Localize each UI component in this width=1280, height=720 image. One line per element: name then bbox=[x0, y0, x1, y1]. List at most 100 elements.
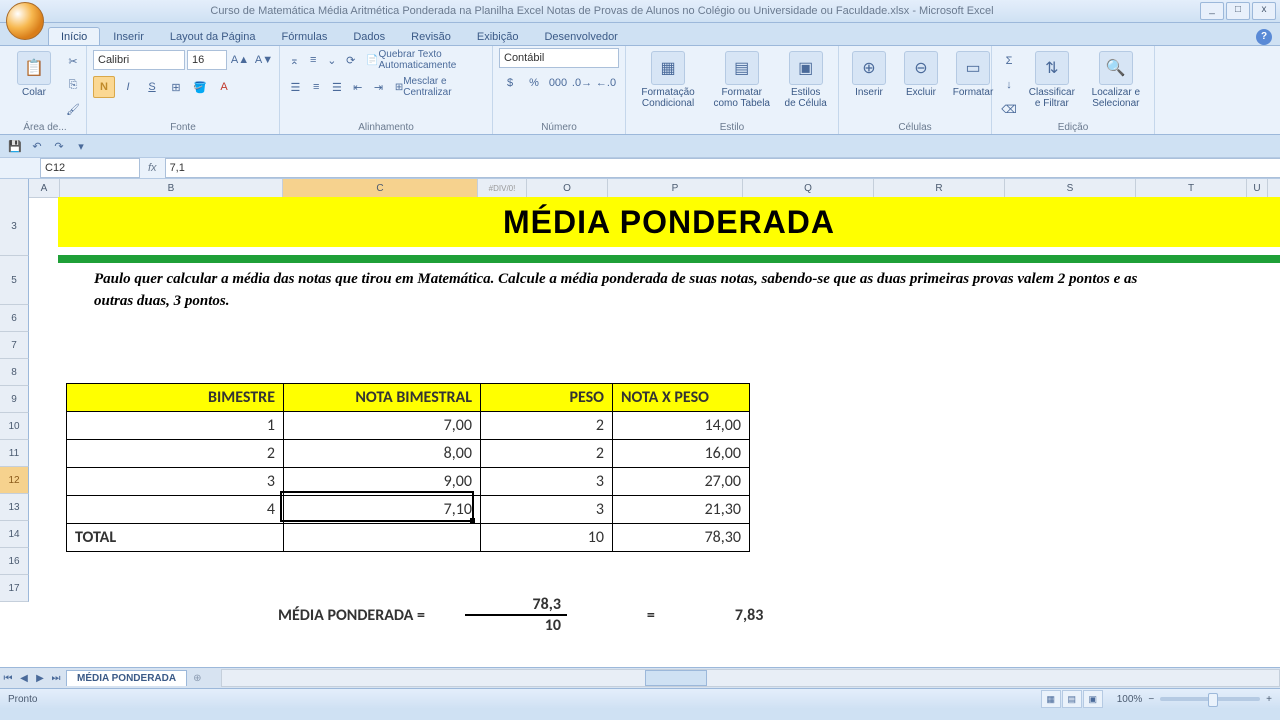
close-button[interactable]: x bbox=[1252, 2, 1276, 20]
col-header[interactable]: U bbox=[1247, 179, 1268, 197]
inc-decimal-icon[interactable]: .0→ bbox=[571, 72, 593, 94]
align-right-icon[interactable]: ☰ bbox=[328, 76, 347, 98]
undo-icon[interactable]: ↶ bbox=[28, 137, 46, 155]
fx-icon[interactable]: fx bbox=[140, 162, 165, 174]
spreadsheet-grid[interactable]: A B C #DIV/0! O P Q R S T U 3 5 6 7 8 9 … bbox=[0, 179, 1280, 667]
align-center-icon[interactable]: ≡ bbox=[307, 76, 326, 98]
italic-button[interactable]: I bbox=[117, 76, 139, 98]
clear-icon[interactable]: ⌫ bbox=[998, 98, 1020, 120]
col-header[interactable]: O bbox=[527, 179, 608, 197]
col-header[interactable]: C bbox=[283, 179, 478, 197]
zoom-in-icon[interactable]: + bbox=[1266, 694, 1272, 705]
borders-button[interactable]: ⊞ bbox=[165, 76, 187, 98]
wrap-text-button[interactable]: 📄 Quebrar Texto Automaticamente bbox=[361, 49, 486, 71]
horizontal-scrollbar[interactable] bbox=[221, 669, 1280, 687]
format-table-button[interactable]: ▤Formatar como Tabela bbox=[708, 48, 775, 112]
underline-button[interactable]: S bbox=[141, 76, 163, 98]
maximize-button[interactable]: □ bbox=[1226, 2, 1250, 20]
cell-styles-button[interactable]: ▣Estilos de Célula bbox=[779, 48, 832, 112]
table-row[interactable]: 39,00327,00 bbox=[67, 468, 750, 496]
sheet-tab[interactable]: MÉDIA PONDERADA bbox=[66, 670, 187, 686]
row-header[interactable]: 12 bbox=[0, 467, 29, 494]
autosum-icon[interactable]: Σ bbox=[998, 50, 1020, 72]
row-header[interactable]: 7 bbox=[0, 332, 29, 359]
row-header[interactable]: 14 bbox=[0, 521, 29, 548]
tab-nav-first-icon[interactable]: ⏮ bbox=[0, 673, 16, 684]
tab-exibicao[interactable]: Exibição bbox=[464, 27, 532, 45]
delete-cells-button[interactable]: ⊖Excluir bbox=[897, 48, 945, 101]
view-normal-icon[interactable]: ▦ bbox=[1041, 690, 1061, 708]
tab-nav-prev-icon[interactable]: ◀ bbox=[16, 673, 32, 684]
office-button[interactable] bbox=[6, 2, 44, 40]
align-top-icon[interactable]: ⌅ bbox=[286, 49, 303, 71]
view-layout-icon[interactable]: ▤ bbox=[1062, 690, 1082, 708]
table-row[interactable]: 47,10321,30 bbox=[67, 496, 750, 524]
col-header[interactable]: S bbox=[1005, 179, 1136, 197]
table-row[interactable]: 17,00214,00 bbox=[67, 412, 750, 440]
shrink-font-icon[interactable]: A▼ bbox=[253, 49, 275, 71]
zoom-slider[interactable] bbox=[1160, 697, 1260, 701]
conditional-format-button[interactable]: ▦Formatação Condicional bbox=[632, 48, 704, 112]
help-icon[interactable]: ? bbox=[1256, 29, 1272, 45]
redo-icon[interactable]: ↷ bbox=[50, 137, 68, 155]
tab-inserir[interactable]: Inserir bbox=[100, 27, 157, 45]
fill-icon[interactable]: ↓ bbox=[998, 74, 1020, 96]
formula-input[interactable]: 7,1 bbox=[165, 158, 1280, 178]
tab-nav-next-icon[interactable]: ▶ bbox=[32, 673, 48, 684]
paste-button[interactable]: 📋 Colar bbox=[10, 48, 58, 101]
sort-filter-button[interactable]: ⇅Classificar e Filtrar bbox=[1024, 48, 1080, 112]
tab-inicio[interactable]: Início bbox=[48, 27, 100, 45]
font-color-button[interactable]: A bbox=[213, 76, 235, 98]
col-header[interactable]: R bbox=[874, 179, 1005, 197]
row-header[interactable]: 3 bbox=[0, 197, 29, 256]
percent-icon[interactable]: % bbox=[523, 72, 545, 94]
align-left-icon[interactable]: ☰ bbox=[286, 76, 305, 98]
fill-color-button[interactable]: 🪣 bbox=[189, 76, 211, 98]
row-header[interactable]: 16 bbox=[0, 548, 29, 575]
row-header[interactable]: 8 bbox=[0, 359, 29, 386]
font-size-combo[interactable]: 16 bbox=[187, 50, 227, 70]
tab-nav-last-icon[interactable]: ⏭ bbox=[48, 673, 64, 684]
save-icon[interactable]: 💾 bbox=[6, 137, 24, 155]
view-break-icon[interactable]: ▣ bbox=[1083, 690, 1103, 708]
find-select-button[interactable]: 🔍Localizar e Selecionar bbox=[1084, 48, 1148, 112]
name-box[interactable]: C12 bbox=[40, 158, 140, 178]
scroll-thumb[interactable] bbox=[645, 670, 707, 686]
align-bottom-icon[interactable]: ⌄ bbox=[324, 49, 341, 71]
tab-formulas[interactable]: Fórmulas bbox=[269, 27, 341, 45]
row-header[interactable]: 17 bbox=[0, 575, 29, 602]
col-header[interactable]: Q bbox=[743, 179, 874, 197]
indent-dec-icon[interactable]: ⇤ bbox=[348, 76, 367, 98]
dec-decimal-icon[interactable]: ←.0 bbox=[595, 72, 617, 94]
table-row[interactable]: 28,00216,00 bbox=[67, 440, 750, 468]
row-header[interactable]: 5 bbox=[0, 256, 29, 305]
copy-icon[interactable]: ⎘ bbox=[62, 74, 84, 96]
tab-dados[interactable]: Dados bbox=[340, 27, 398, 45]
format-painter-icon[interactable]: 🖌 bbox=[62, 98, 84, 120]
indent-inc-icon[interactable]: ⇥ bbox=[369, 76, 388, 98]
col-header-error[interactable]: #DIV/0! bbox=[478, 179, 527, 197]
format-cells-button[interactable]: ▭Formatar bbox=[949, 48, 997, 101]
qat-more-icon[interactable]: ▾ bbox=[72, 137, 90, 155]
tab-layout[interactable]: Layout da Página bbox=[157, 27, 269, 45]
row-header[interactable]: 11 bbox=[0, 440, 29, 467]
comma-icon[interactable]: 000 bbox=[547, 72, 569, 94]
font-name-combo[interactable]: Calibri bbox=[93, 50, 185, 70]
align-middle-icon[interactable]: ≡ bbox=[305, 49, 322, 71]
grow-font-icon[interactable]: A▲ bbox=[229, 49, 251, 71]
bold-button[interactable]: N bbox=[93, 76, 115, 98]
number-format-combo[interactable]: Contábil bbox=[499, 48, 619, 68]
row-header[interactable]: 13 bbox=[0, 494, 29, 521]
insert-cells-button[interactable]: ⊕Inserir bbox=[845, 48, 893, 101]
row-header[interactable]: 10 bbox=[0, 413, 29, 440]
select-all-corner[interactable] bbox=[0, 179, 29, 198]
tab-revisao[interactable]: Revisão bbox=[398, 27, 464, 45]
new-sheet-icon[interactable]: ⊕ bbox=[193, 673, 201, 684]
merge-center-button[interactable]: ⊞ Mesclar e Centralizar bbox=[390, 76, 486, 98]
zoom-out-icon[interactable]: − bbox=[1148, 694, 1154, 705]
table-total-row[interactable]: TOTAL1078,30 bbox=[67, 524, 750, 552]
currency-icon[interactable]: $ bbox=[499, 72, 521, 94]
col-header[interactable]: T bbox=[1136, 179, 1247, 197]
col-header[interactable]: P bbox=[608, 179, 743, 197]
col-header[interactable]: A bbox=[29, 179, 60, 197]
